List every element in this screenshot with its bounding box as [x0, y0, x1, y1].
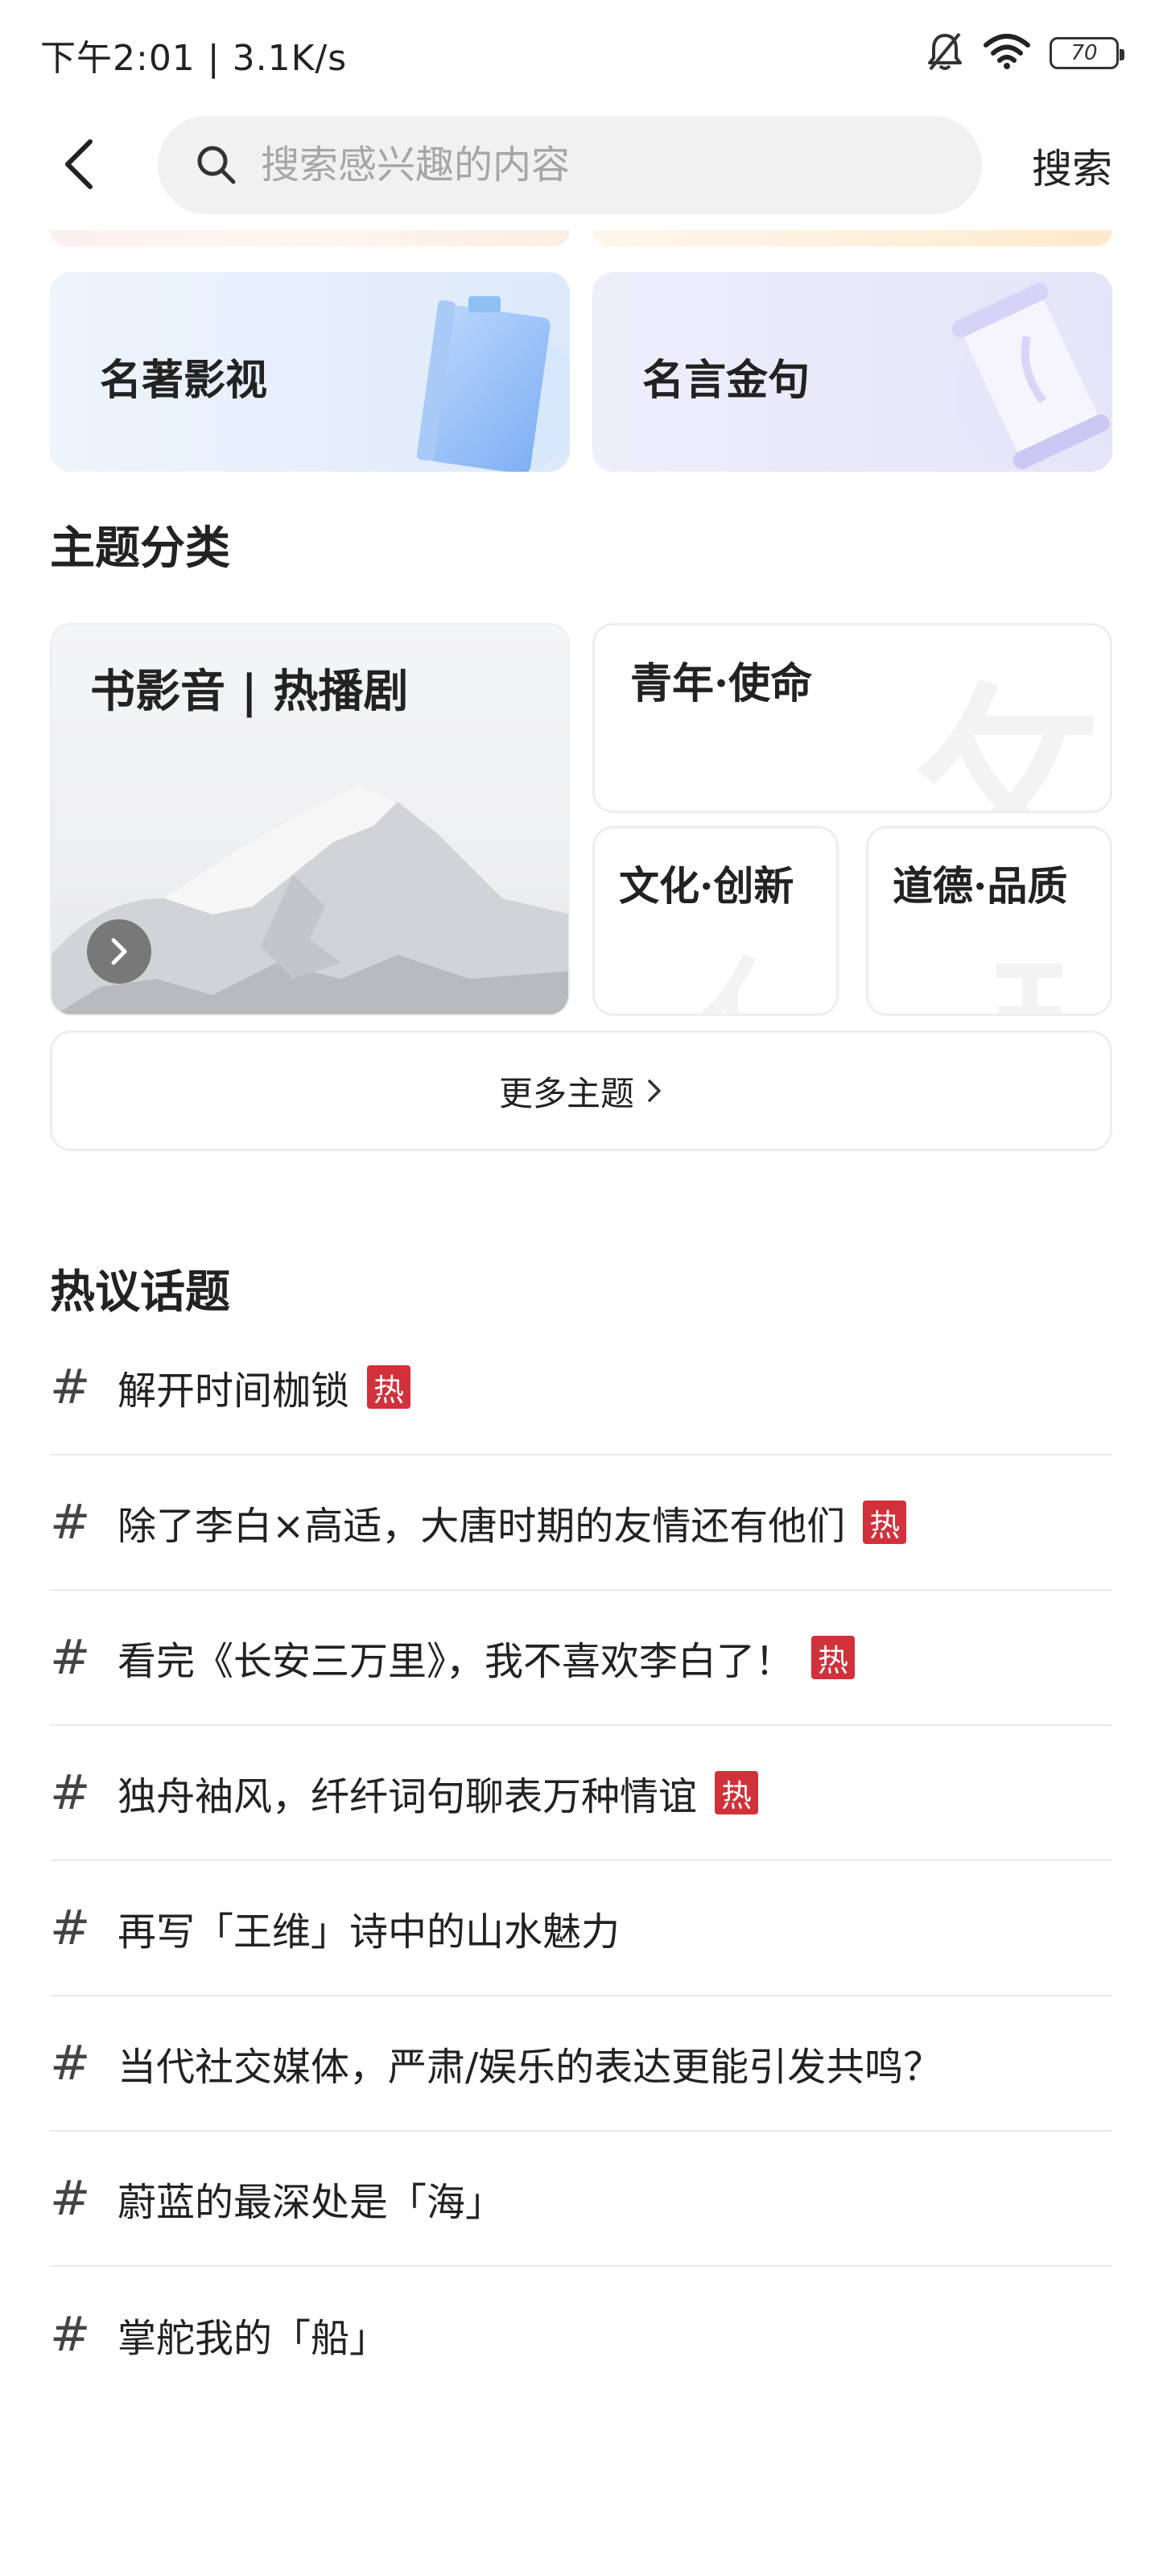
chevron-left-icon	[65, 139, 93, 189]
hot-badge: 热	[811, 1636, 856, 1679]
status-bar: 下午2:01 | 3.1K/s 70	[0, 0, 1159, 105]
more-themes-button[interactable]: 更多主题	[50, 1030, 1112, 1151]
category-card-quotes[interactable]: 名言金句	[592, 272, 1112, 472]
hashtag-icon: #	[50, 1494, 91, 1550]
search-icon	[197, 146, 236, 184]
topic-item[interactable]: # 当代社交媒体，严肃/娱乐的表达更能引发共鸣？	[50, 1996, 1112, 2132]
topic-text: 蔚蓝的最深处是「海」	[118, 2180, 505, 2225]
theme-card-culture[interactable]: ⺅ 文化·创新	[592, 826, 839, 1016]
status-time-speed: 下午2:01 | 3.1K/s	[40, 38, 348, 79]
topic-text: 除了李白×高适，大唐时期的友情还有他们	[118, 1504, 846, 1549]
search-button[interactable]: 搜索	[1032, 137, 1112, 195]
hashtag-icon: #	[50, 1900, 91, 1956]
topic-text: 解开时间枷锁	[118, 1368, 350, 1414]
watermark-decoration: ⺅	[691, 917, 820, 1013]
hashtag-icon: #	[50, 2170, 91, 2227]
category-card-film[interactable]: 名著影视	[50, 272, 570, 472]
scrolled-card-edge	[592, 230, 1112, 246]
theme-card-morality[interactable]: ⺩ 道德·品质	[866, 826, 1112, 1016]
hot-badge: 热	[367, 1365, 411, 1409]
back-button[interactable]	[50, 135, 108, 193]
hot-badge: 热	[863, 1501, 907, 1544]
search-input[interactable]	[261, 142, 921, 188]
theme-card-youth[interactable]: ⺙ 青年·使命	[592, 623, 1112, 813]
theme-label: 文化·创新	[619, 862, 794, 910]
category-label: 名著影视	[100, 357, 268, 405]
theme-label: 道德·品质	[893, 862, 1068, 910]
next-button[interactable]	[87, 919, 151, 984]
hashtag-icon: #	[50, 1765, 91, 1821]
topic-item[interactable]: # 再写「王维」诗中的山水魅力	[50, 1861, 1112, 1996]
topic-text: 再写「王维」诗中的山水魅力	[118, 1909, 621, 1955]
topic-item[interactable]: # 除了李白×高适，大唐时期的友情还有他们 热	[50, 1455, 1112, 1591]
topic-text: 独舟袖风，纤纤词句聊表万种情谊	[118, 1774, 698, 1819]
topic-text: 掌舵我的「船」	[118, 2316, 389, 2361]
theme-label: 书影音 | 热播剧	[90, 665, 409, 718]
search-bar[interactable]	[158, 116, 982, 214]
status-icons: 70	[926, 31, 1124, 76]
topic-item[interactable]: # 蔚蓝的最深处是「海」	[50, 2132, 1112, 2267]
scrolled-card-edge	[50, 230, 570, 246]
topic-item[interactable]: # 掌舵我的「船」	[50, 2267, 1112, 2402]
hashtag-icon: #	[50, 1359, 91, 1415]
search-header: 搜索	[0, 105, 1159, 225]
watermark-decoration: ⺙	[916, 667, 1102, 813]
hot-badge: 热	[715, 1771, 759, 1814]
category-label: 名言金句	[642, 357, 810, 405]
theme-label: 青年·使命	[630, 659, 813, 708]
topic-item[interactable]: # 看完《长安三万里》，我不喜欢李白了！ 热	[50, 1591, 1112, 1726]
topic-text: 当代社交媒体，严肃/娱乐的表达更能引发共鸣？	[118, 2045, 942, 2090]
battery-icon: 70	[1050, 37, 1124, 69]
section-title-topics: 热议话题	[50, 1266, 230, 1319]
section-title-themes: 主题分类	[50, 522, 230, 575]
more-themes-label: 更多主题	[498, 1073, 634, 1113]
theme-card-featured[interactable]: 书影音 | 热播剧	[50, 623, 570, 1016]
chevron-right-icon	[648, 1080, 661, 1102]
hashtag-icon: #	[50, 2035, 91, 2091]
topic-item[interactable]: # 独舟袖风，纤纤词句聊表万种情谊 热	[50, 1726, 1112, 1861]
topic-text: 看完《长安三万里》，我不喜欢李白了！	[118, 1639, 794, 1684]
scroll-illustration-icon	[951, 283, 1112, 472]
watermark-decoration: ⺩	[989, 909, 1110, 1013]
book-illustration-icon	[416, 296, 570, 472]
chevron-right-icon	[111, 938, 127, 965]
hashtag-icon: #	[50, 1629, 91, 1686]
hashtag-icon: #	[50, 2306, 91, 2363]
bell-off-icon	[926, 31, 964, 76]
wifi-icon	[984, 34, 1030, 72]
topic-item[interactable]: # 解开时间枷锁 热	[50, 1320, 1112, 1455]
